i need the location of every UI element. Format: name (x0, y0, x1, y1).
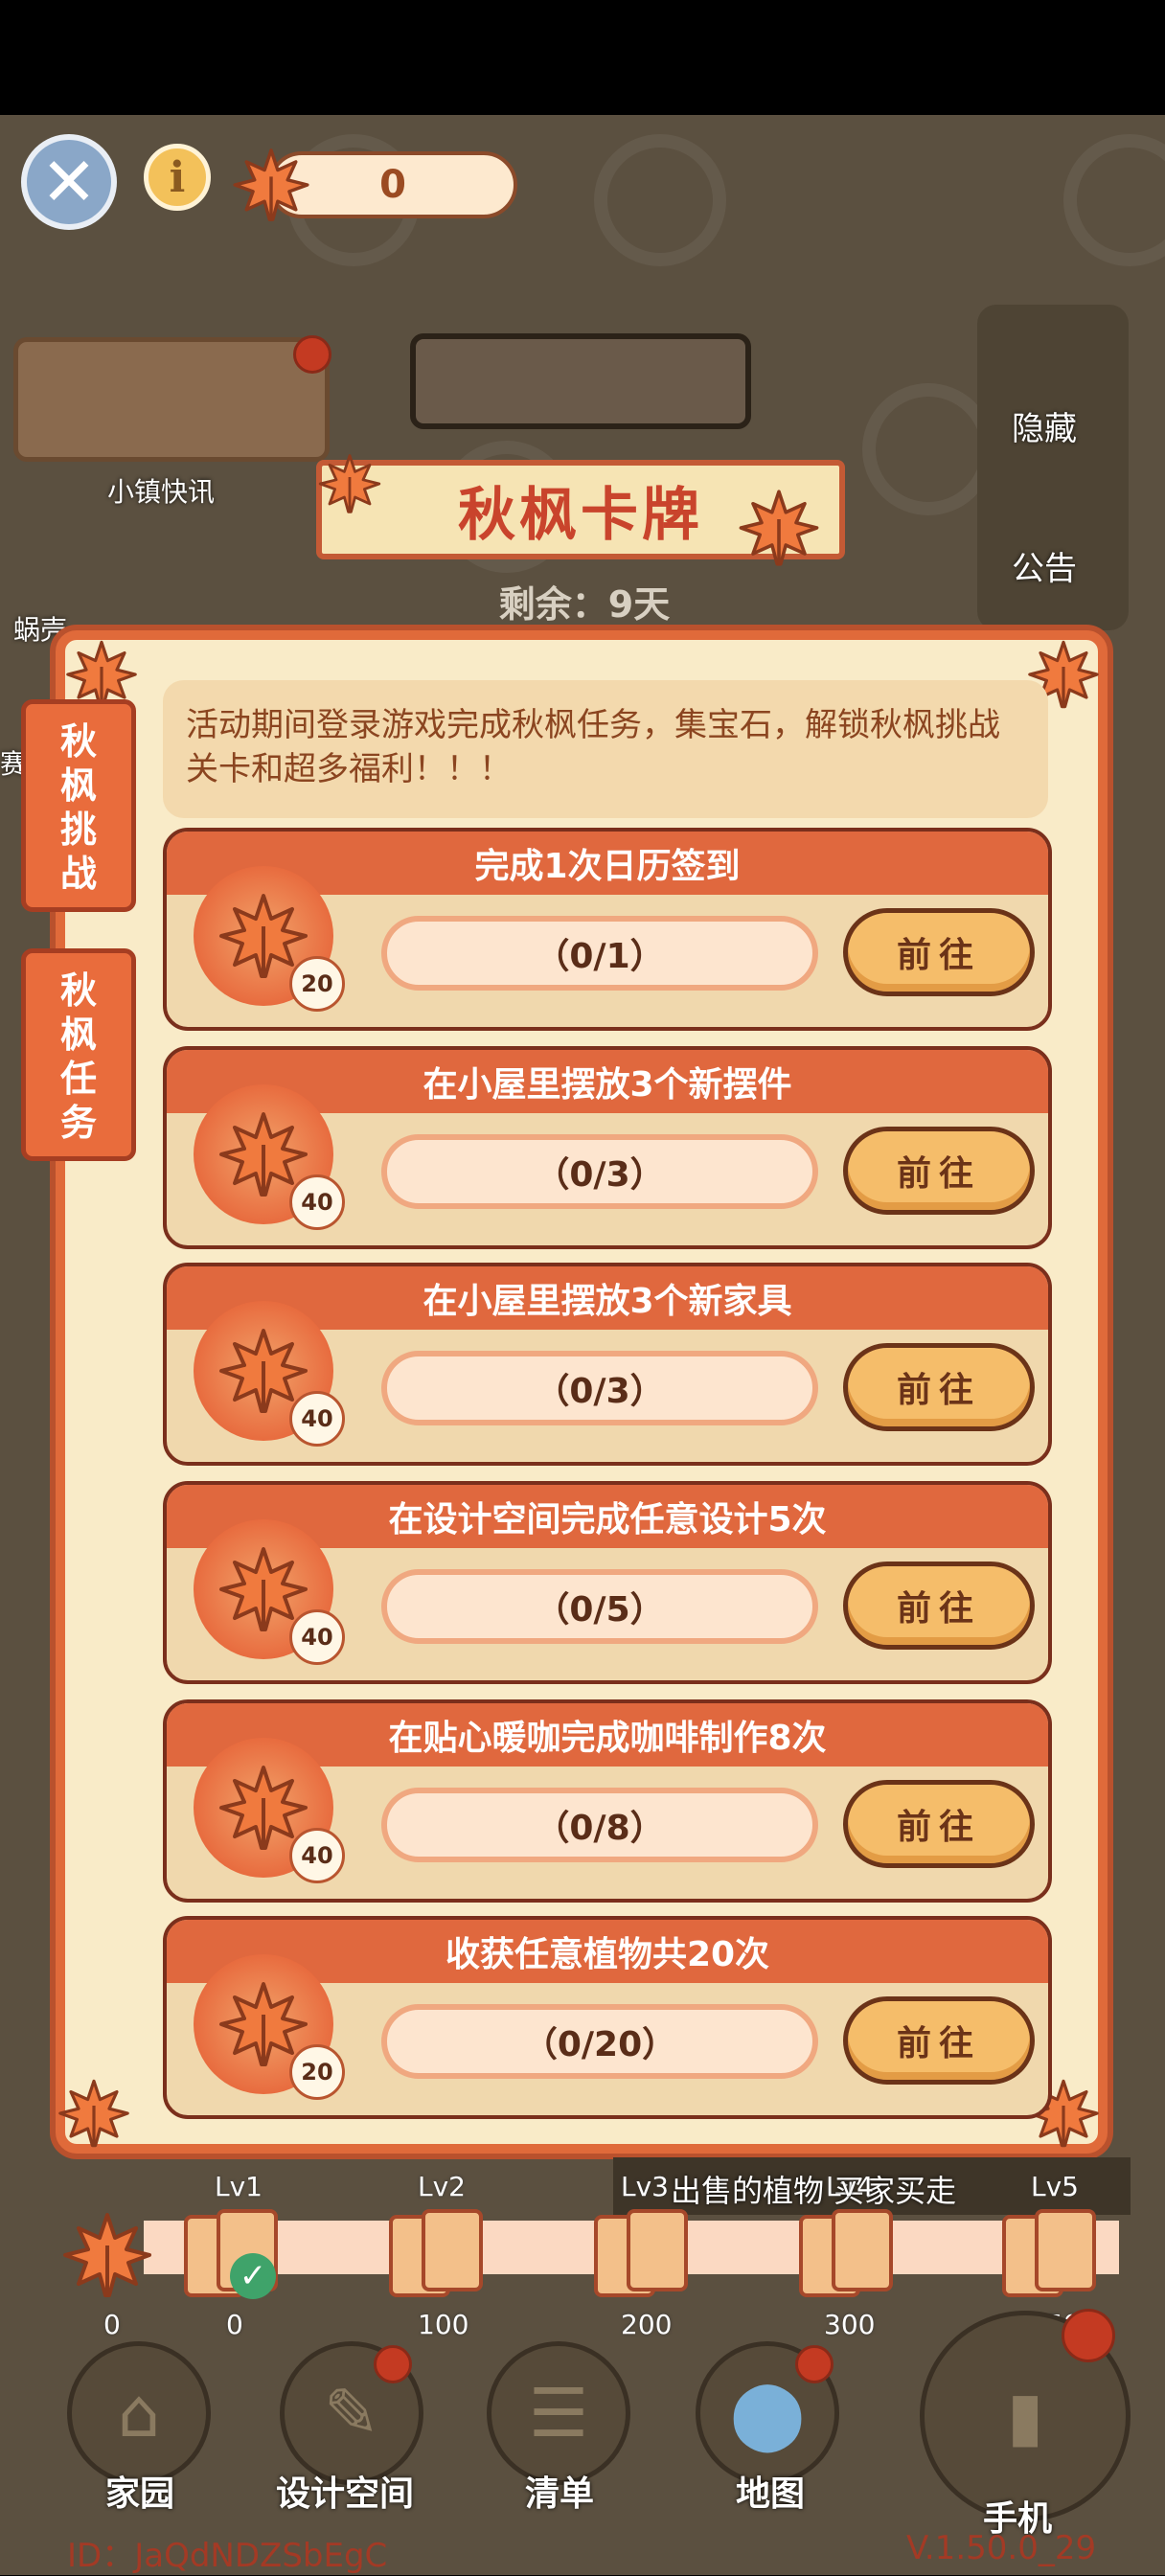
task-progress: （0/3） (381, 1351, 818, 1425)
close-button[interactable]: ✕ (21, 134, 117, 230)
hide-button[interactable]: 隐藏 (1012, 402, 1077, 449)
nav-home-label: 家园 (105, 2474, 175, 2514)
task-item: 在小屋里摆放3个新家具 40 （0/3） 前往 (163, 1263, 1052, 1466)
reward-amount: 40 (289, 1828, 345, 1883)
task-item: 在小屋里摆放3个新摆件 40 （0/3） 前往 (163, 1046, 1052, 1249)
close-icon: ✕ (40, 143, 98, 221)
news-label: 小镇快讯 (107, 476, 216, 508)
level-value: 300 (824, 2309, 876, 2340)
task-item: 在设计空间完成任意设计5次 40 （0/5） 前往 (163, 1481, 1052, 1684)
check-icon: ✓ (230, 2253, 276, 2299)
task-progress: （0/1） (381, 916, 818, 991)
level-reward-card[interactable] (627, 2209, 688, 2291)
reward-amount: 40 (289, 1174, 345, 1230)
app-version: V.1.50.0_29 (906, 2529, 1097, 2567)
home-icon: ⌂ (117, 2374, 161, 2452)
list-icon: ☰ (528, 2374, 589, 2452)
level-reward-card[interactable] (832, 2209, 893, 2291)
nav-design-label: 设计空间 (276, 2474, 415, 2514)
phone-icon: ▮ (1006, 2377, 1044, 2455)
notification-dot (374, 2345, 412, 2383)
notice-button[interactable]: 公告 (1012, 542, 1077, 589)
go-button[interactable]: 前往 (843, 1780, 1035, 1868)
go-button[interactable]: 前往 (843, 908, 1035, 996)
top-frame (410, 333, 751, 429)
event-description: 活动期间登录游戏完成秋枫任务，集宝石，解锁秋枫挑战关卡和超多福利！！！ (163, 680, 1048, 818)
maple-leaf-icon (56, 2075, 132, 2152)
level-label: Lv1 (215, 2171, 263, 2202)
reward-amount: 20 (289, 956, 345, 1012)
design-icon: ✎ (323, 2374, 380, 2452)
level-value: 0 (226, 2309, 243, 2340)
go-button[interactable]: 前往 (843, 1127, 1035, 1215)
maple-leaf-icon (726, 485, 832, 571)
marquee-text: 出售的植物 买家买走 (671, 2173, 957, 2209)
maple-leaf-icon (316, 450, 383, 517)
task-progress: （0/8） (381, 1788, 818, 1862)
level-label: Lv5 (1031, 2171, 1079, 2202)
reward-amount: 40 (289, 1609, 345, 1665)
level-reward-card[interactable] (422, 2209, 483, 2291)
maple-leaf-icon (59, 2207, 155, 2303)
task-item: 完成1次日历签到 20 （0/1） 前往 (163, 828, 1052, 1031)
nav-home-button[interactable]: ⌂ (67, 2341, 211, 2485)
task-progress: （0/5） (381, 1569, 818, 1644)
news-thumbnail[interactable] (13, 337, 330, 462)
go-button[interactable]: 前往 (843, 1562, 1035, 1650)
info-icon: i (169, 152, 186, 202)
nav-list-button[interactable]: ☰ (487, 2341, 630, 2485)
tab-maple-challenge[interactable]: 秋枫挑战 (21, 699, 136, 912)
notification-dot (293, 335, 331, 374)
remaining-time: 剩余：9天 (498, 583, 671, 626)
nav-list-label: 清单 (525, 2474, 595, 2514)
level-label: Lv4 (826, 2171, 874, 2202)
go-button[interactable]: 前往 (843, 1343, 1035, 1431)
nav-map-label: 地图 (736, 2474, 806, 2514)
player-id: ID：JaQdNDZSbEgC (67, 2537, 388, 2575)
tab-maple-tasks[interactable]: 秋枫任务 (21, 948, 136, 1161)
level-value: 200 (621, 2309, 673, 2340)
reward-amount: 20 (289, 2044, 345, 2100)
level-value: 100 (418, 2309, 469, 2340)
task-item: 收获任意植物共20次 20 （0/20） 前往 (163, 1916, 1052, 2119)
info-button[interactable]: i (144, 144, 211, 211)
go-button[interactable]: 前往 (843, 1996, 1035, 2085)
reward-amount: 40 (289, 1391, 345, 1447)
level-label: Lv2 (418, 2171, 466, 2202)
task-progress: （0/3） (381, 1134, 818, 1209)
level-reward-card[interactable] (1035, 2209, 1096, 2291)
task-item: 在贴心暖咖完成咖啡制作8次 40 （0/8） 前往 (163, 1699, 1052, 1903)
notification-dot (795, 2345, 834, 2383)
level-start-value: 0 (103, 2309, 121, 2340)
notification-dot (1062, 2309, 1115, 2362)
map-pin-icon: ⬤ (729, 2374, 806, 2452)
level-label: Lv3 (621, 2171, 669, 2202)
task-progress: （0/20） (381, 2004, 818, 2079)
maple-leaf-icon (230, 144, 312, 226)
